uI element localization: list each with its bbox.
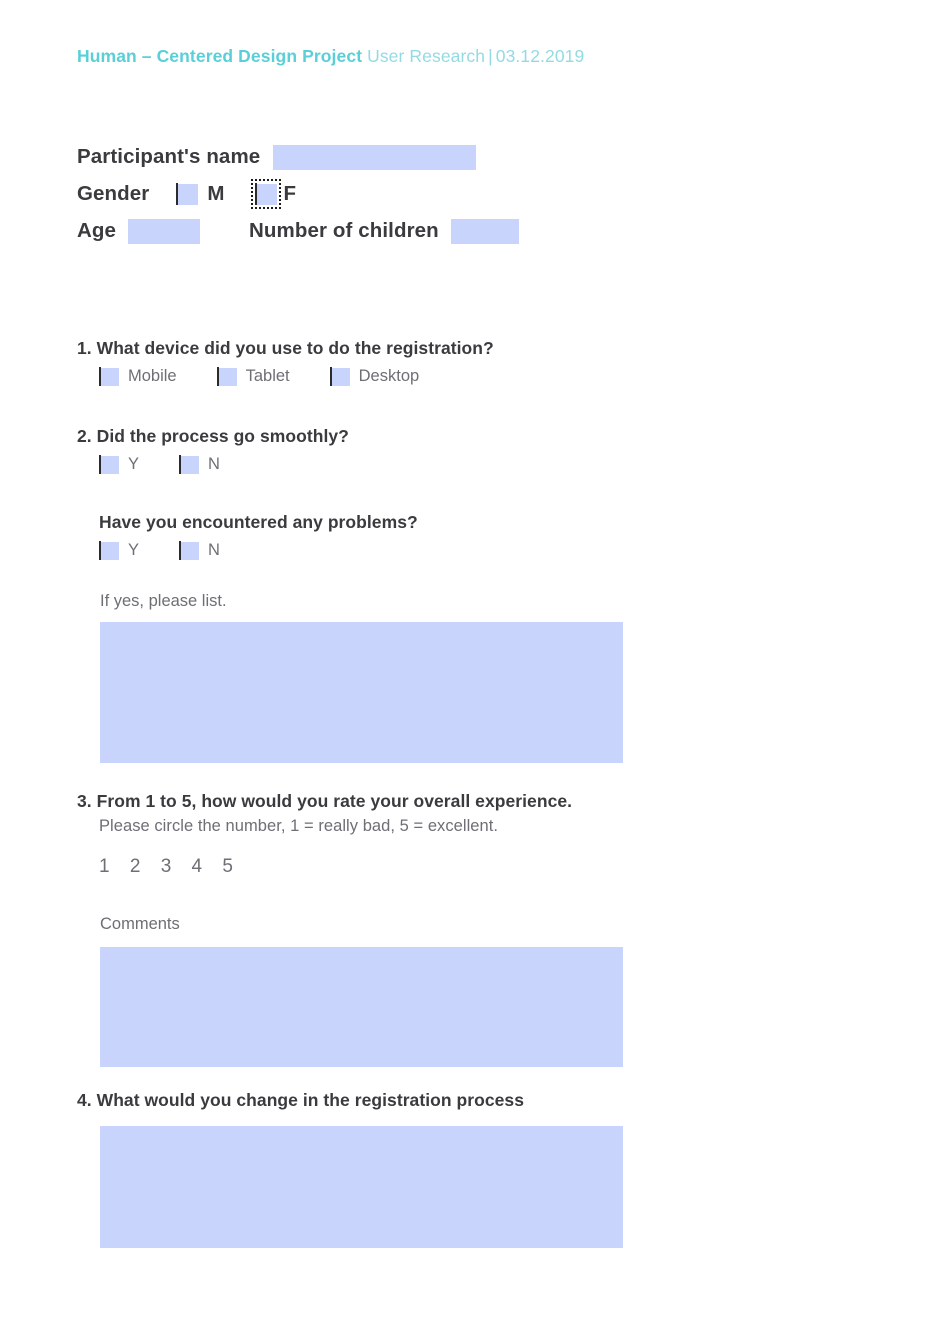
question-2: 2. Did the process go smoothly? Y N xyxy=(77,426,349,474)
header-date: 03.12.2019 xyxy=(495,46,585,66)
question-1-title: 1. What device did you use to do the reg… xyxy=(77,338,494,359)
option-no[interactable]: N xyxy=(179,455,220,474)
form-page: Human – Centered Design Project User Res… xyxy=(0,0,940,1333)
participant-info-block: Participant's name Gender M F Age Number… xyxy=(77,143,777,254)
question-3-number: 3. xyxy=(77,791,92,811)
document-header: Human – Centered Design Project User Res… xyxy=(77,46,584,67)
question-4-title: 4. What would you change in the registra… xyxy=(77,1090,524,1111)
question-1: 1. What device did you use to do the reg… xyxy=(77,338,494,386)
question-2-title: 2. Did the process go smoothly? xyxy=(77,426,349,447)
followup-option-yes[interactable]: Y xyxy=(99,541,139,560)
gender-row: Gender M F xyxy=(77,179,777,209)
children-label: Number of children xyxy=(249,219,439,242)
header-subtitle: User Research xyxy=(367,46,486,66)
gender-label-male: M xyxy=(207,182,225,205)
question-1-number: 1. xyxy=(77,338,92,358)
question-4: 4. What would you change in the registra… xyxy=(77,1090,524,1111)
option-label-mobile: Mobile xyxy=(128,367,177,385)
question-1-text: What device did you use to do the regist… xyxy=(96,338,494,358)
checkbox-box xyxy=(257,183,278,205)
participant-name-label: Participant's name xyxy=(77,145,261,168)
checkbox-box xyxy=(178,183,199,205)
followup-option-label-yes: Y xyxy=(128,541,140,559)
gender-checkbox-female[interactable] xyxy=(251,179,282,209)
comments-label: Comments xyxy=(100,915,180,933)
question-4-number: 4. xyxy=(77,1090,92,1110)
question-2-text: Did the process go smoothly? xyxy=(96,426,349,446)
question-2-number: 2. xyxy=(77,426,92,446)
comments-textarea[interactable] xyxy=(100,947,623,1067)
question-2-followup-title: Have you encountered any problems? xyxy=(99,512,418,532)
checkbox-box xyxy=(218,367,237,386)
checkbox-box xyxy=(101,455,119,474)
question-2-options: Y N xyxy=(99,455,349,474)
question-2-followup-options: Y N xyxy=(99,541,418,560)
gender-label-female: F xyxy=(283,182,296,205)
age-children-row: Age Number of children xyxy=(77,217,777,245)
children-input[interactable] xyxy=(450,218,519,244)
gender-label: Gender xyxy=(77,182,150,205)
question-3-title: 3. From 1 to 5, how would you rate your … xyxy=(77,791,572,812)
option-label-no: N xyxy=(208,455,220,473)
checkbox-box xyxy=(181,541,200,560)
header-brand: Human – Centered Design Project xyxy=(77,46,363,66)
option-label-tablet: Tablet xyxy=(245,367,290,385)
question-4-text: What would you change in the registratio… xyxy=(96,1090,524,1110)
question-1-options: Mobile Tablet Desktop xyxy=(99,367,494,386)
age-label: Age xyxy=(77,219,117,242)
followup-option-label-no: N xyxy=(208,541,220,559)
option-mobile[interactable]: Mobile xyxy=(99,367,177,386)
checkbox-box xyxy=(181,455,200,474)
checkbox-box xyxy=(101,367,119,386)
checkbox-box xyxy=(101,541,119,560)
option-desktop[interactable]: Desktop xyxy=(329,367,420,386)
question-2-followup: Have you encountered any problems? Y N xyxy=(77,512,418,560)
question-4-textarea[interactable] xyxy=(100,1126,623,1248)
problems-list-textarea[interactable] xyxy=(100,622,623,763)
question-3-subtitle: Please circle the number, 1 = really bad… xyxy=(99,817,499,835)
header-separator: | xyxy=(488,46,493,66)
participant-name-row: Participant's name xyxy=(77,143,777,171)
rating-scale[interactable]: 1 2 3 4 5 xyxy=(99,856,572,878)
question-3-text: From 1 to 5, how would you rate your ove… xyxy=(96,791,573,811)
option-label-desktop: Desktop xyxy=(358,367,420,385)
option-yes[interactable]: Y xyxy=(99,455,139,474)
option-label-yes: Y xyxy=(128,455,140,473)
gender-checkbox-male[interactable] xyxy=(176,183,199,205)
followup-option-no[interactable]: N xyxy=(179,541,220,560)
participant-name-input[interactable] xyxy=(273,144,477,170)
question-3: 3. From 1 to 5, how would you rate your … xyxy=(77,791,572,878)
checkbox-box xyxy=(331,367,350,386)
if-yes-please-list-label: If yes, please list. xyxy=(100,592,227,610)
age-input[interactable] xyxy=(128,218,201,244)
option-tablet[interactable]: Tablet xyxy=(216,367,290,386)
